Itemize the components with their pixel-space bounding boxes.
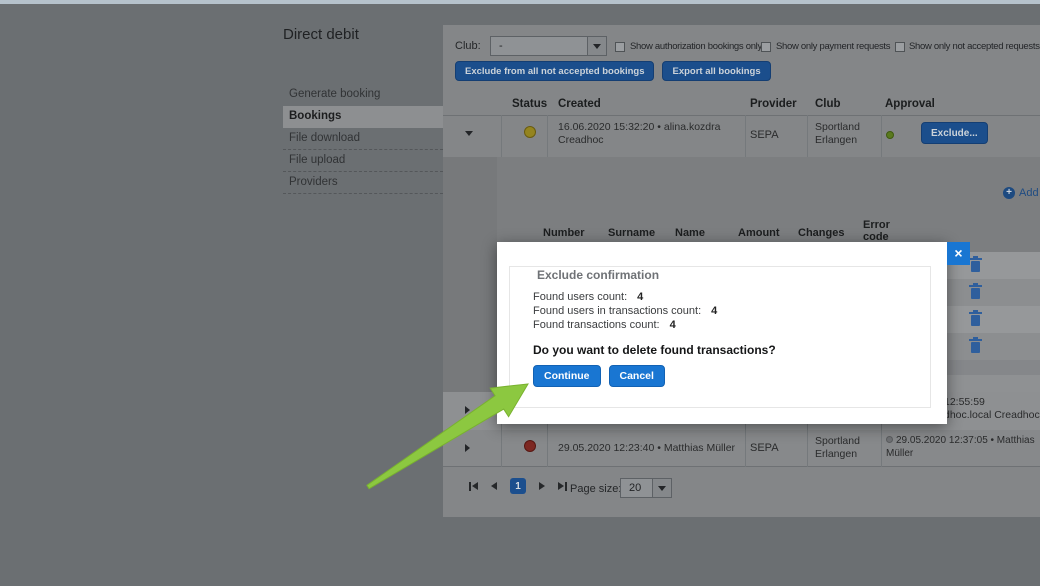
- club-select-value: -: [499, 40, 503, 52]
- delete-transaction-icon[interactable]: [969, 256, 982, 272]
- status-yellow-icon: [524, 126, 536, 138]
- column-header-approval: Approval: [885, 98, 935, 110]
- column-header-created: Created: [558, 98, 601, 110]
- delete-transaction-icon[interactable]: [969, 310, 982, 326]
- column-header-club: Club: [815, 98, 841, 110]
- sidebar: Generate booking Bookings File download …: [283, 84, 443, 194]
- subcolumn-header-name: Name: [675, 227, 705, 239]
- add-icon: +: [1003, 187, 1015, 199]
- table-row: 29.05.2020 12:23:40 • Matthias Müller SE…: [443, 430, 1040, 467]
- dialog-question: Do you want to delete found transactions…: [533, 343, 776, 357]
- next-page-button[interactable]: [539, 482, 545, 490]
- created-cell: 29.05.2020 12:23:40 • Matthias Müller: [558, 442, 736, 454]
- delete-transaction-icon[interactable]: [969, 337, 982, 353]
- show-authorization-bookings-checkbox[interactable]: [615, 42, 625, 52]
- export-all-bookings-button[interactable]: Export all bookings: [662, 61, 771, 81]
- found-transactions-count-line: Found transactions count: 4: [533, 319, 676, 331]
- column-header-status: Status: [512, 98, 548, 110]
- dialog-title: Exclude confirmation: [537, 268, 660, 282]
- sidebar-item-file-download[interactable]: File download: [283, 128, 443, 150]
- approval-gray-icon: [886, 436, 893, 443]
- show-only-payment-requests-checkbox[interactable]: [761, 42, 771, 52]
- exclude-from-all-button[interactable]: Exclude from all not accepted bookings: [455, 61, 655, 81]
- approval-cell: 29.05.2020 12:37:05 • Matthias Müller: [886, 435, 1035, 459]
- subcolumn-header-changes: Changes: [798, 227, 845, 239]
- created-cell: 16.06.2020 15:32:20 • alina.kozdra Cread…: [558, 121, 721, 146]
- chevron-down-icon: [593, 43, 601, 49]
- current-page-button[interactable]: 1: [510, 478, 526, 494]
- add-transaction-link[interactable]: Add: [1019, 187, 1039, 199]
- last-page-button[interactable]: [558, 481, 567, 491]
- club-cell: Sportland Erlangen: [815, 435, 860, 460]
- status-red-icon: [524, 440, 536, 452]
- collapse-row-icon[interactable]: [465, 131, 473, 136]
- page-title: Direct debit: [283, 26, 359, 43]
- column-header-provider: Provider: [750, 98, 797, 110]
- exclude-row-button[interactable]: Exclude...: [921, 122, 988, 144]
- club-label: Club:: [455, 40, 481, 52]
- show-only-not-accepted-checkbox[interactable]: [895, 42, 905, 52]
- subcolumn-header-surname: Surname: [608, 227, 656, 239]
- show-authorization-bookings-label: Show authorization bookings only: [630, 41, 762, 52]
- direct-debit-page: Direct debit Generate booking Bookings F…: [0, 0, 1040, 586]
- previous-page-button[interactable]: [491, 482, 497, 490]
- club-select-arrow-button[interactable]: [587, 37, 606, 55]
- sidebar-item-file-upload[interactable]: File upload: [283, 150, 443, 172]
- delete-transaction-icon[interactable]: [969, 283, 982, 299]
- cancel-button[interactable]: Cancel: [608, 365, 665, 387]
- expander-column: [443, 157, 497, 392]
- exclude-confirmation-dialog: × Exclude confirmation Found users count…: [497, 242, 970, 424]
- subcolumn-header-amount: Amount: [738, 227, 780, 239]
- page-size-value: 20: [629, 482, 642, 494]
- approval-cell-partial: 12:55:59 dhoc.local Creadhoc: [944, 396, 1040, 421]
- sidebar-item-generate-booking[interactable]: Generate booking: [283, 84, 443, 106]
- show-only-not-accepted-label: Show only not accepted requests: [909, 41, 1040, 52]
- found-users-in-transactions-line: Found users in transactions count: 4: [533, 305, 718, 317]
- provider-cell: SEPA: [750, 129, 779, 141]
- top-strip: [0, 0, 1040, 4]
- found-users-count-line: Found users count: 4: [533, 291, 644, 303]
- subcolumn-header-number: Number: [543, 227, 585, 239]
- sidebar-item-providers[interactable]: Providers: [283, 172, 443, 194]
- page-size-select[interactable]: 20: [620, 478, 672, 498]
- sidebar-item-bookings[interactable]: Bookings: [283, 106, 443, 128]
- approval-green-icon: [886, 131, 894, 139]
- show-only-payment-requests-label: Show only payment requests: [776, 41, 891, 52]
- club-cell: Sportland Erlangen: [815, 121, 860, 146]
- expand-row-icon[interactable]: [465, 406, 470, 414]
- page-size-arrow-button[interactable]: [652, 479, 671, 497]
- page-size-label: Page size:: [570, 483, 622, 495]
- continue-button[interactable]: Continue: [533, 365, 601, 387]
- club-select[interactable]: -: [490, 36, 607, 56]
- expand-row-icon[interactable]: [465, 444, 470, 452]
- provider-cell: SEPA: [750, 442, 779, 454]
- close-icon[interactable]: ×: [947, 242, 970, 265]
- first-page-button[interactable]: [469, 481, 478, 491]
- subcolumn-header-error-code: Error code: [863, 219, 890, 243]
- chevron-down-icon: [658, 485, 666, 491]
- pagination: 1: [469, 478, 567, 494]
